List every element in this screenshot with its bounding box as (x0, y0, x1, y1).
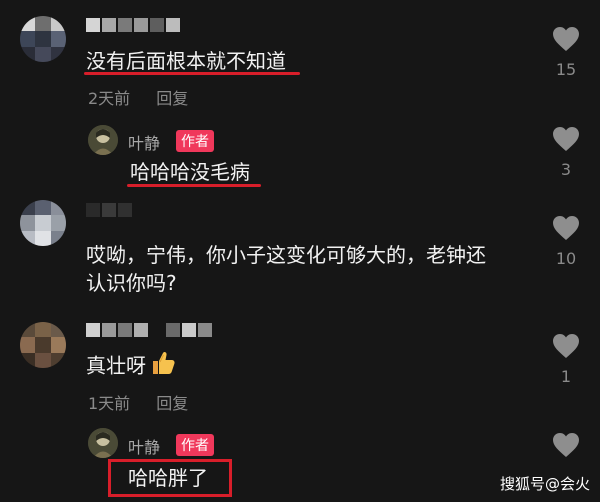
avatar[interactable] (20, 200, 66, 246)
comment-text: 哈哈哈没毛病 (130, 160, 250, 184)
heart-icon (553, 216, 579, 240)
username-blurred[interactable] (86, 203, 132, 219)
reply-button[interactable]: 回复 (156, 89, 188, 108)
highlight-underline (127, 184, 261, 187)
like-button[interactable]: 1 (550, 333, 582, 386)
author-name[interactable]: 叶静 (128, 130, 160, 154)
like-count: 3 (560, 160, 572, 179)
comment-text-line-1: 哎呦，宁伟，你小子这变化可够大的，老钟还 (86, 243, 486, 267)
thumbs-up-emoji (150, 350, 176, 384)
heart-icon (553, 27, 579, 51)
author-badge: 作者 (176, 130, 214, 152)
avatar[interactable] (20, 16, 66, 62)
comment-text-content: 真壮呀 (86, 353, 146, 378)
heart-icon (553, 334, 579, 358)
comment-time: 1天前 (88, 394, 131, 413)
like-button[interactable]: 10 (550, 215, 582, 268)
username-blurred[interactable] (86, 18, 180, 34)
like-count: 10 (555, 249, 577, 268)
highlight-underline (84, 72, 300, 75)
comment-meta: 1天前 回复 (88, 390, 188, 414)
comment-text-line-2: 认识你吗? (86, 271, 177, 295)
comment-text: 哈哈胖了 (128, 466, 208, 490)
heart-icon (553, 433, 579, 457)
author-badge: 作者 (176, 434, 214, 456)
comment-text: 真壮呀 (86, 350, 176, 384)
avatar[interactable] (20, 322, 66, 368)
author-name[interactable]: 叶静 (128, 434, 160, 458)
username-blurred[interactable] (86, 323, 212, 339)
watermark: 搜狐号@会火 (499, 475, 590, 493)
reply-button[interactable]: 回复 (156, 394, 188, 413)
comment-meta: 2天前 回复 (88, 85, 188, 109)
like-count: 15 (555, 60, 577, 79)
like-button[interactable] (550, 432, 582, 458)
author-avatar[interactable] (88, 428, 118, 458)
author-avatar[interactable] (88, 125, 118, 155)
like-count: 1 (560, 367, 572, 386)
heart-icon (553, 127, 579, 151)
comment-time: 2天前 (88, 89, 131, 108)
like-button[interactable]: 3 (550, 126, 582, 179)
like-button[interactable]: 15 (550, 26, 582, 79)
